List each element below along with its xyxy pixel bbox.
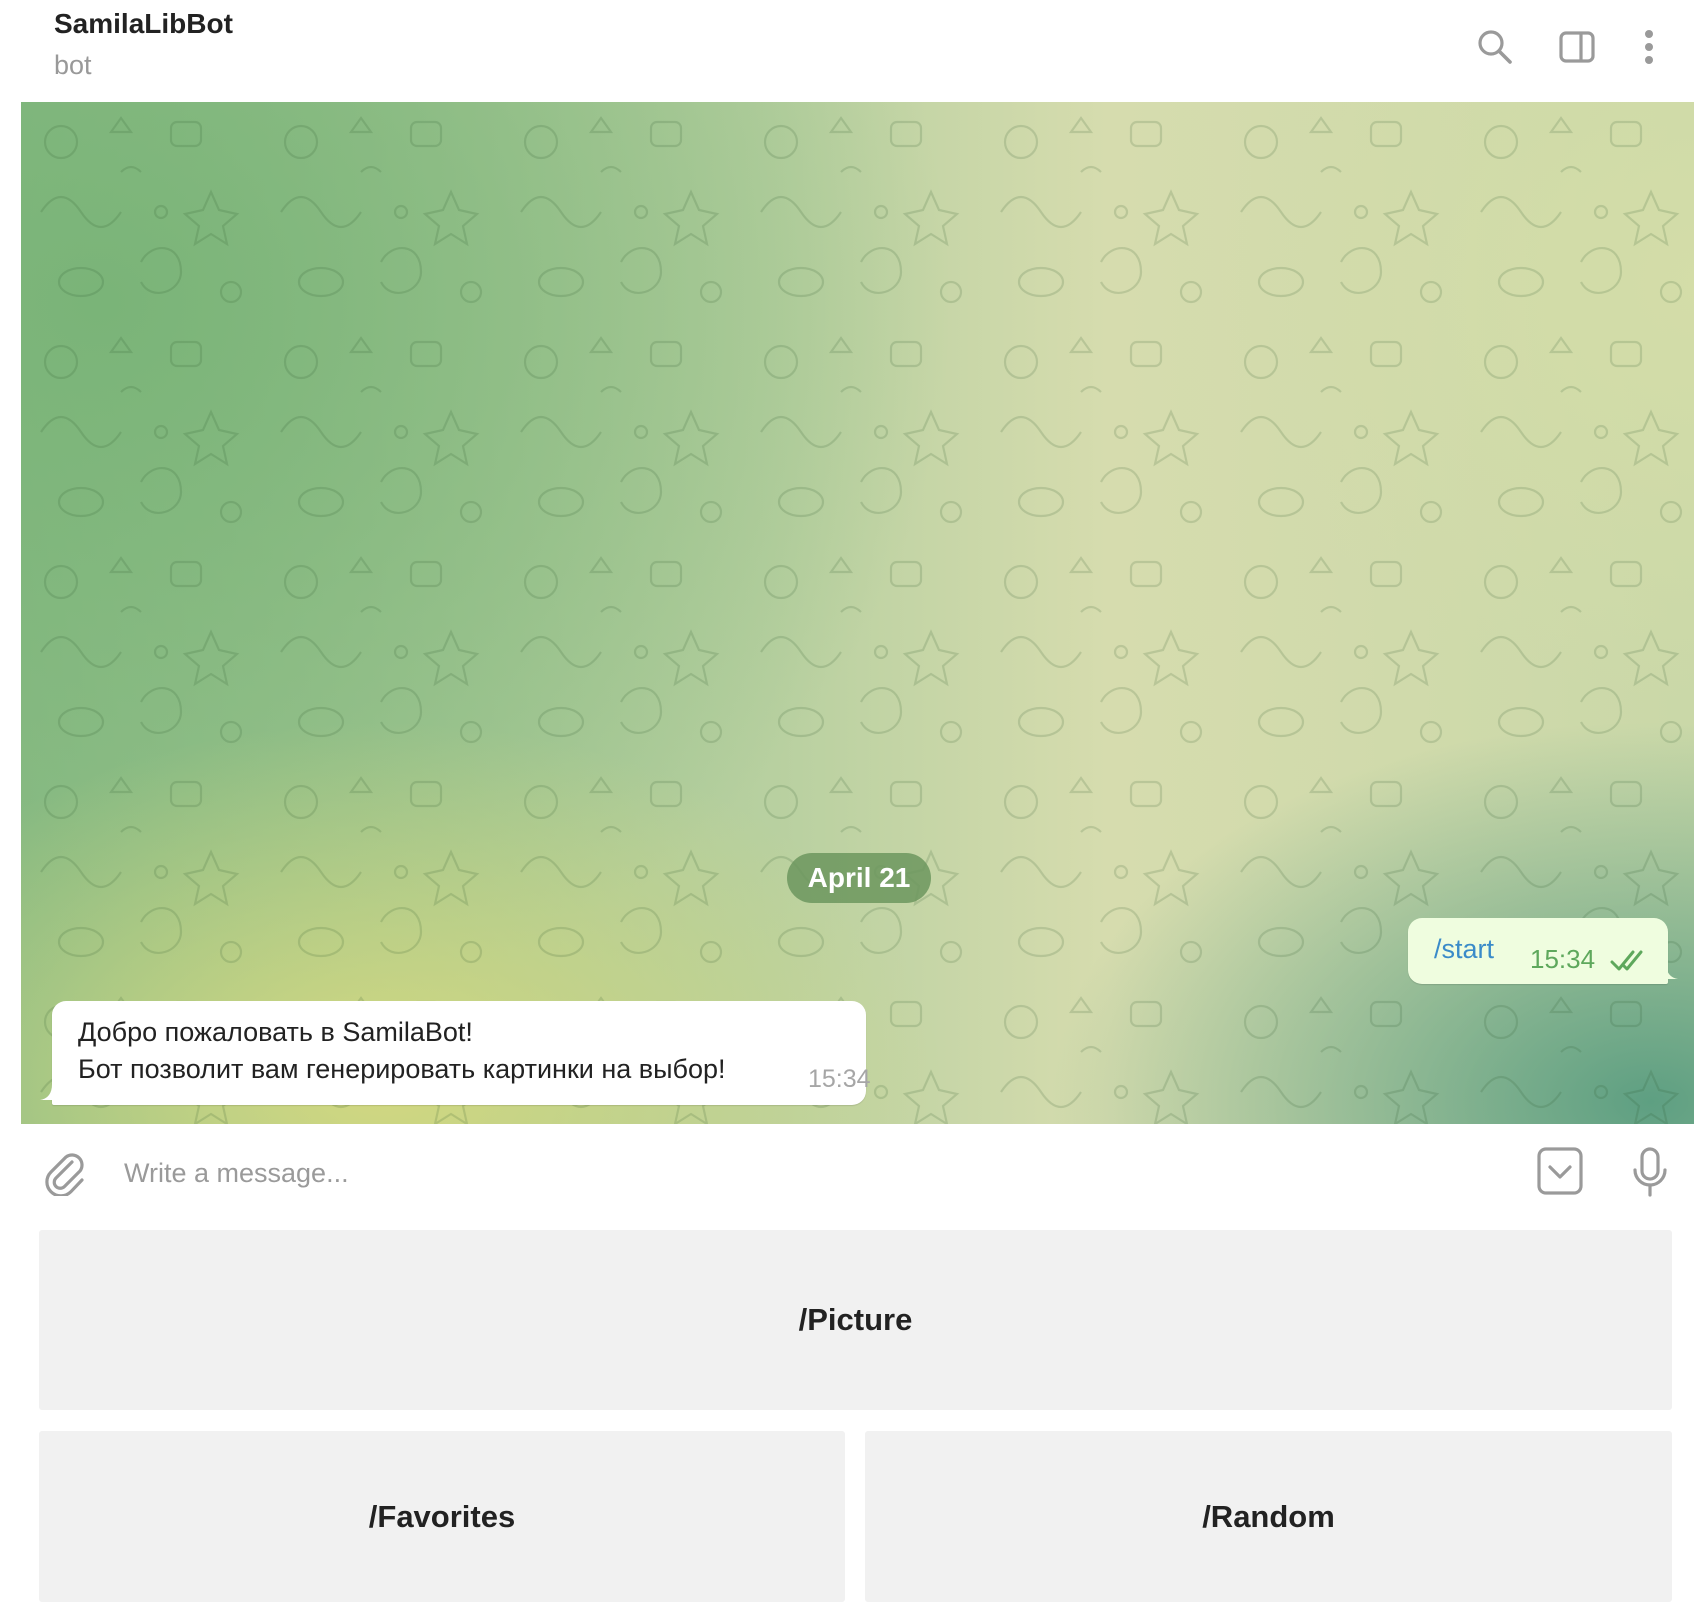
keyboard-toggle-icon[interactable] [1536,1146,1584,1201]
more-vertical-icon[interactable] [1626,24,1672,70]
chat-title[interactable]: SamilaLibBot [54,8,233,40]
message-time: 15:34 [1530,944,1596,974]
double-check-icon [1610,948,1648,977]
message-text-line: Добро пожаловать в SamilaBot! [78,1017,473,1047]
outgoing-message[interactable]: /start 15:34 [1408,918,1678,984]
message-input[interactable] [124,1146,1504,1200]
keyboard-button-picture[interactable]: /Picture [39,1230,1672,1410]
chat-header: SamilaLibBot bot [0,0,1694,102]
bubble-tail [40,1084,52,1105]
chat-message-area[interactable]: April 21 /start 15:34 Добро пожаловать в… [21,102,1694,1124]
paperclip-icon[interactable] [42,1150,88,1201]
chat-subtitle: bot [54,50,92,80]
bot-command-link[interactable]: /start [1434,934,1494,965]
message-time: 15:34 [808,1065,871,1093]
keyboard-button-favorites[interactable]: /Favorites [39,1431,845,1602]
microphone-icon[interactable] [1630,1146,1670,1203]
bubble-tail [1666,963,1678,984]
incoming-message[interactable]: Добро пожаловать в SamilaBot! Бот позвол… [40,1001,871,1105]
message-composer [0,1124,1694,1220]
keyboard-button-random[interactable]: /Random [865,1431,1672,1602]
sidebar-toggle-icon[interactable] [1554,24,1600,70]
message-text-line: Бот позволит вам генерировать картинки н… [78,1054,726,1084]
date-separator: April 21 [787,853,931,903]
search-icon[interactable] [1472,24,1518,70]
